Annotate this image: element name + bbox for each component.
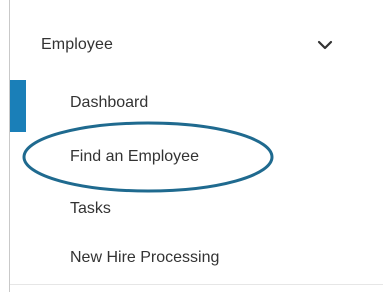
section-title: Employee: [41, 36, 113, 53]
active-section-indicator: [10, 80, 26, 132]
sidebar-item-tasks[interactable]: Tasks: [70, 200, 111, 218]
sidebar-panel: Employee Dashboard Find an Employee Task…: [0, 0, 383, 292]
sidebar-item-new-hire-processing[interactable]: New Hire Processing: [70, 249, 219, 267]
sidebar-item-find-an-employee[interactable]: Find an Employee: [70, 148, 199, 166]
sidebar-divider: [10, 284, 383, 285]
chevron-down-icon[interactable]: [316, 36, 334, 54]
sidebar-item-dashboard[interactable]: Dashboard: [70, 94, 148, 112]
employee-section-header[interactable]: Employee: [10, 18, 383, 74]
